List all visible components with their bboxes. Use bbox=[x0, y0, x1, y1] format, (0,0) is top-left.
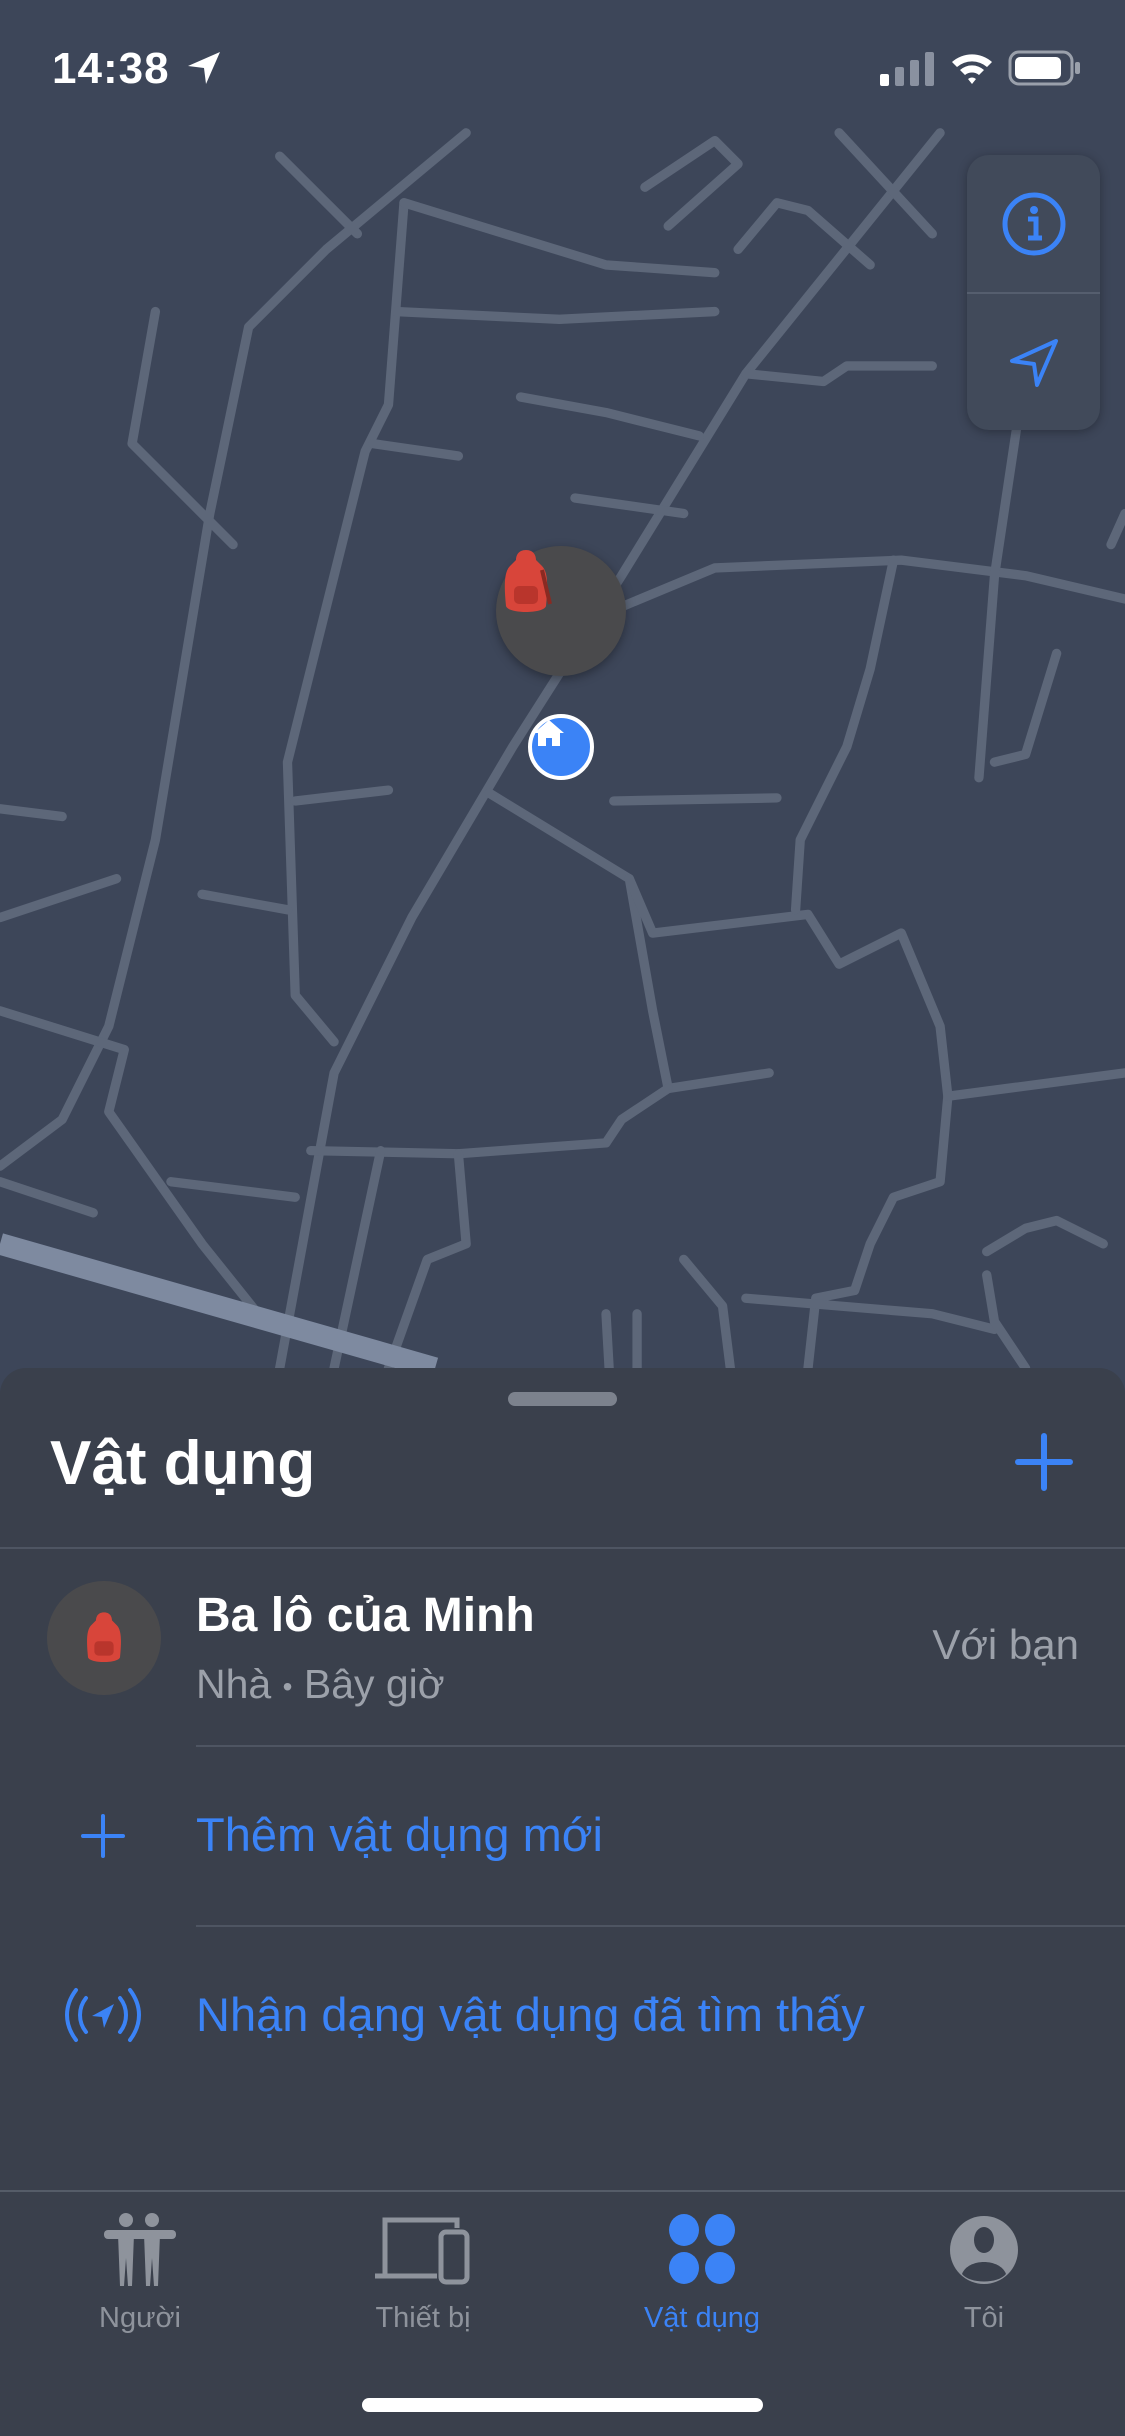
item-name: Ba lô của Minh bbox=[196, 1589, 535, 1642]
status-time: 14:38 bbox=[52, 44, 170, 93]
tab-items[interactable]: Vật dụng bbox=[602, 2212, 802, 2362]
identify-item-icon bbox=[65, 1988, 141, 2042]
location-arrow-icon bbox=[1009, 338, 1058, 387]
divider bbox=[196, 1745, 1125, 1747]
backpack-icon bbox=[87, 1612, 121, 1662]
separator-dot: • bbox=[282, 1671, 293, 1703]
map-roads bbox=[0, 128, 1125, 1379]
info-button[interactable] bbox=[967, 155, 1100, 292]
status-bar: 14:38 bbox=[0, 0, 1125, 130]
identify-found-item-label: Nhận dạng vật dụng đã tìm thấy bbox=[196, 1988, 865, 2041]
profile-icon bbox=[950, 2216, 1018, 2284]
tab-label: Thiết bị bbox=[375, 2302, 471, 2334]
items-icon bbox=[669, 2214, 735, 2284]
devices-icon bbox=[375, 2217, 470, 2285]
tab-people[interactable]: Người bbox=[40, 2212, 240, 2362]
sheet-grabber[interactable] bbox=[508, 1392, 617, 1406]
divider bbox=[0, 1547, 1125, 1549]
sheet-title: Vật dụng bbox=[50, 1429, 316, 1498]
current-location-button[interactable] bbox=[967, 294, 1100, 431]
map[interactable] bbox=[0, 0, 1125, 1400]
backpack-pin[interactable] bbox=[496, 546, 626, 676]
plus-icon[interactable] bbox=[1012, 1430, 1076, 1494]
item-location: Nhà bbox=[196, 1661, 272, 1707]
signal-icon bbox=[880, 52, 934, 86]
backpack-icon bbox=[504, 550, 552, 612]
battery-icon bbox=[1008, 50, 1080, 86]
tab-label: Tôi bbox=[963, 2302, 1005, 2334]
home-indicator[interactable] bbox=[362, 2398, 763, 2412]
add-new-item-label: Thêm vật dụng mới bbox=[196, 1808, 603, 1861]
map-controls bbox=[967, 155, 1100, 430]
tab-devices[interactable]: Thiết bị bbox=[323, 2212, 523, 2362]
location-arrow-icon bbox=[188, 52, 220, 84]
item-avatar bbox=[47, 1581, 161, 1695]
tab-label: Vật dụng bbox=[643, 2302, 761, 2334]
item-time: Bây giờ bbox=[303, 1661, 445, 1707]
home-icon bbox=[534, 720, 564, 746]
tab-label: Người bbox=[99, 2302, 181, 2334]
info-icon bbox=[1002, 192, 1065, 255]
wifi-icon bbox=[952, 54, 992, 84]
divider bbox=[196, 1925, 1125, 1927]
tab-me[interactable]: Tôi bbox=[884, 2212, 1084, 2362]
item-status: Với bạn bbox=[932, 1621, 1079, 1668]
home-pin[interactable] bbox=[528, 714, 594, 780]
plus-icon bbox=[81, 1814, 125, 1858]
item-subtitle: Nhà • Bây giờ bbox=[196, 1661, 445, 1708]
people-icon bbox=[104, 2213, 176, 2286]
